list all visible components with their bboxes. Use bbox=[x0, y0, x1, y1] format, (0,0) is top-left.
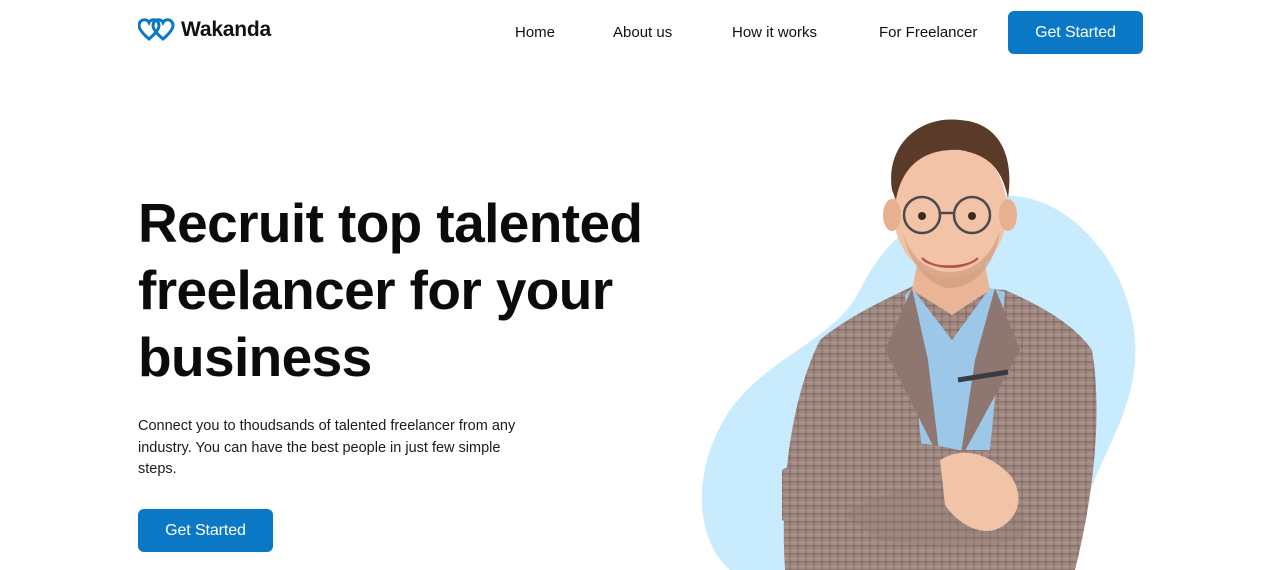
double-heart-icon bbox=[138, 18, 175, 41]
hero-illustration bbox=[690, 110, 1160, 570]
nav-for-freelancer[interactable]: For Freelancer bbox=[879, 24, 977, 41]
nav-home[interactable]: Home bbox=[515, 24, 555, 41]
hero-get-started-button[interactable]: Get Started bbox=[138, 509, 273, 552]
brand-logo[interactable]: Wakanda bbox=[138, 18, 271, 42]
hero-title: Recruit top talented freelancer for your… bbox=[138, 192, 643, 388]
hero-person-image bbox=[701, 119, 1136, 570]
header-get-started-button[interactable]: Get Started bbox=[1008, 11, 1143, 54]
hero-subtitle: Connect you to thoudsands of talented fr… bbox=[138, 418, 516, 477]
nav-how-it-works[interactable]: How it works bbox=[732, 24, 817, 41]
nav-about-us[interactable]: About us bbox=[613, 24, 672, 41]
brand-name: Wakanda bbox=[181, 18, 272, 41]
